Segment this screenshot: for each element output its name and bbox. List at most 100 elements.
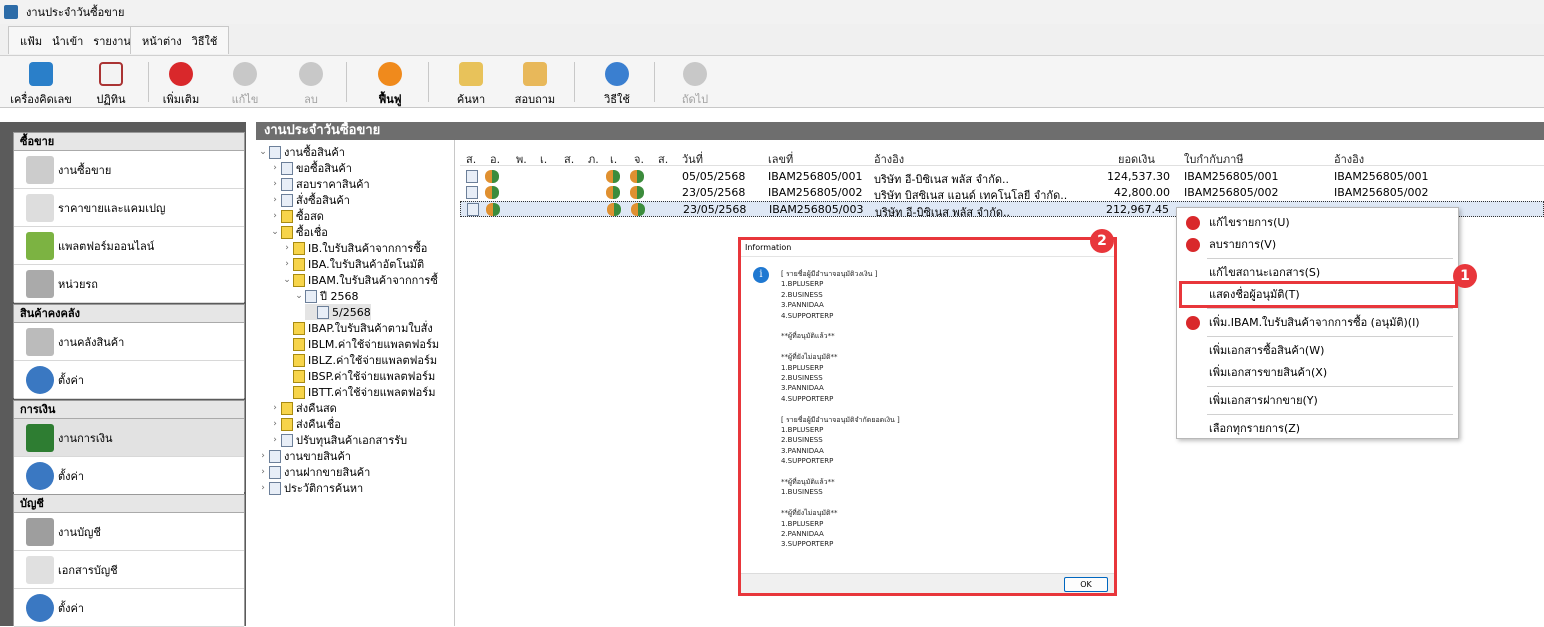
table-row[interactable]: 23/05/2568 IBAM256805/002 บริษัท บิสซิเนส … [460, 185, 1544, 202]
folder-icon [293, 241, 305, 255]
column-header[interactable]: ส. [564, 150, 574, 168]
tree-node[interactable]: › ส่งคืนเชื่อ [269, 416, 341, 432]
menu-report[interactable]: รายงาน [93, 32, 131, 50]
tree-node[interactable]: › ขอซื้อสินค้า [269, 160, 352, 176]
chevron-down-icon[interactable]: ⌄ [257, 147, 269, 157]
chevron-right-icon[interactable]: › [269, 179, 281, 189]
chevron-down-icon[interactable]: ⌄ [281, 275, 293, 285]
sidebar-item-price-campaign[interactable]: ราคาขายและแคมเปญ [14, 189, 244, 227]
tree-node[interactable]: ⌄ งานซื้อสินค้า [257, 144, 345, 160]
tree-node[interactable]: › ส่งคืนสด [269, 400, 337, 416]
tree-node[interactable]: IBLZ.ค่าใช้จ่ายแพลตฟอร์ม [281, 352, 437, 368]
refresh-button[interactable]: ฟื้นฟู [359, 60, 421, 108]
column-header[interactable]: เ. [540, 150, 547, 168]
column-header[interactable]: อ้างอิง [874, 150, 904, 168]
tree-node[interactable]: › สอบราคาสินค้า [269, 176, 370, 192]
tree-node-label: ประวัติการค้นหา [284, 482, 364, 495]
context-menu-item[interactable]: เพิ่มเอกสารฝากขาย(Y) [1177, 390, 1458, 412]
menu-file[interactable]: แฟ้ม [20, 32, 42, 50]
folder-icon [293, 369, 305, 383]
tree-node[interactable]: ⌄ IBAM.ใบรับสินค้าจากการซื้ [281, 272, 438, 288]
column-header[interactable]: อ. [490, 150, 500, 168]
sidebar-item-inventory-settings[interactable]: ตั้งค่า [14, 361, 244, 399]
column-header[interactable]: ยอดเงิน [1118, 150, 1155, 168]
ok-button[interactable]: OK [1064, 577, 1108, 592]
chevron-right-icon[interactable]: › [269, 195, 281, 205]
tree-node[interactable]: › IBA.ใบรับสินค้าอัตโนมัติ [281, 256, 424, 272]
menu-help[interactable]: วิธีใช้ [192, 32, 218, 50]
sidebar-item-vehicle-unit[interactable]: หน่วยรถ [14, 265, 244, 303]
context-menu-item[interactable]: ลบรายการ(V) [1177, 234, 1458, 256]
sidebar-item-accounting-settings[interactable]: ตั้งค่า [14, 589, 244, 627]
chevron-down-icon[interactable]: ⌄ [269, 227, 281, 237]
context-menu-item[interactable]: แก้ไขรายการ(U) [1177, 212, 1458, 234]
chevron-right-icon[interactable]: › [257, 467, 269, 477]
context-menu-item[interactable]: เพิ่มเอกสารขายสินค้า(X) [1177, 362, 1458, 384]
cell-amount: 212,967.45 [1106, 203, 1169, 216]
table-row[interactable]: 05/05/2568 IBAM256805/001 บริษัท อี-บิซิเน… [460, 169, 1544, 186]
chevron-right-icon[interactable]: › [281, 243, 293, 253]
add-button[interactable]: เพิ่มเติม [150, 60, 212, 108]
tree-node[interactable]: › สั่งซื้อสินค้า [269, 192, 350, 208]
tree-node[interactable]: ⌄ ซื้อเชื่อ [269, 224, 328, 240]
cell-date: 05/05/2568 [682, 170, 746, 183]
column-header[interactable]: วันที่ [682, 150, 703, 168]
tree-node[interactable]: › งานฝากขายสินค้า [257, 464, 370, 480]
tree-node[interactable]: ⌄ ปี 2568 [293, 288, 358, 304]
dialog-line: 1.BPLUSERP [781, 519, 824, 528]
help-button[interactable]: วิธีใช้ [586, 60, 648, 108]
context-menu-item[interactable]: เพิ่ม.IBAM.ใบรับสินค้าจากการซื้อ (อนุมัต… [1177, 312, 1458, 334]
tree-node[interactable]: › ปรับทุนสินค้าเอกสารรับ [269, 432, 407, 448]
chevron-right-icon[interactable]: › [281, 259, 293, 269]
context-menu-item[interactable]: เพิ่มเอกสารซื้อสินค้า(W) [1177, 340, 1458, 362]
sidebar-item-warehouse[interactable]: งานคลังสินค้า [14, 323, 244, 361]
inquiry-button[interactable]: สอบถาม [504, 60, 566, 108]
cell-ref: บริษัท อี-บิซิเนส พลัส จำกัด.. [875, 206, 1011, 219]
column-header[interactable]: ส. [466, 150, 476, 168]
chevron-right-icon[interactable]: › [257, 483, 269, 493]
sidebar-item-finance-settings[interactable]: ตั้งค่า [14, 457, 244, 495]
menu-import[interactable]: นำเข้า [52, 32, 83, 50]
sidebar-item-online-platform[interactable]: แพลตฟอร์มออนไลน์ [14, 227, 244, 265]
column-header[interactable]: ภ. [588, 150, 599, 168]
next-button[interactable]: ถัดไป [664, 60, 726, 108]
sidebar-item-accounting-work[interactable]: งานบัญชี [14, 513, 244, 551]
document-icon [281, 433, 293, 447]
chevron-right-icon[interactable]: › [269, 419, 281, 429]
tree-node[interactable]: › ประวัติการค้นหา [257, 480, 363, 496]
phone-icon [523, 62, 547, 86]
chevron-right-icon[interactable]: › [269, 211, 281, 221]
tree-node[interactable]: › ซื้อสด [269, 208, 324, 224]
menu-window[interactable]: หน้าต่าง [142, 32, 182, 50]
tree-node[interactable]: › งานขายสินค้า [257, 448, 351, 464]
tree-node[interactable]: IBAP.ใบรับสินค้าตามใบสั่ง [281, 320, 433, 336]
dialog-line: 3.SUPPORTERP [781, 540, 834, 549]
chevron-right-icon[interactable]: › [269, 435, 281, 445]
column-header[interactable]: พ. [516, 150, 527, 168]
sidebar-item-trade-work[interactable]: งานซื้อขาย [14, 151, 244, 189]
tree-node[interactable]: › IB.ใบรับสินค้าจากการซื้อ [281, 240, 427, 256]
column-header[interactable]: ใบกำกับภาษี [1184, 150, 1244, 168]
chevron-right-icon[interactable]: › [269, 163, 281, 173]
column-header[interactable]: อ้างอิง [1334, 150, 1364, 168]
tree-node[interactable]: IBLM.ค่าใช้จ่ายแพลตฟอร์ม [281, 336, 439, 352]
chevron-down-icon[interactable]: ⌄ [293, 291, 305, 301]
chevron-right-icon[interactable]: › [269, 403, 281, 413]
context-menu-item[interactable]: เลือกทุกรายการ(Z) [1177, 418, 1458, 440]
column-header[interactable]: เลขที่ [768, 150, 793, 168]
calendar-button[interactable]: ปฏิทิน [80, 60, 142, 108]
menu-separator [1207, 414, 1453, 415]
calculator-button[interactable]: เครื่องคิดเลข [10, 60, 72, 108]
sidebar-item-finance-work[interactable]: งานการเงิน [14, 419, 244, 457]
column-header[interactable]: ส. [658, 150, 668, 168]
tree-node[interactable]: IBSP.ค่าใช้จ่ายแพลตฟอร์ม [281, 368, 435, 384]
search-button[interactable]: ค้นหา [440, 60, 502, 108]
tree-node[interactable]: IBTT.ค่าใช้จ่ายแพลตฟอร์ม [281, 384, 435, 400]
chevron-right-icon[interactable]: › [257, 451, 269, 461]
column-header[interactable]: จ. [634, 150, 644, 168]
column-header[interactable]: เ. [610, 150, 617, 168]
edit-button[interactable]: แก้ไข [214, 60, 276, 108]
tree-node[interactable]: 5/2568 [305, 304, 371, 320]
delete-button[interactable]: ลบ [280, 60, 342, 108]
sidebar-item-accounting-docs[interactable]: เอกสารบัญชี [14, 551, 244, 589]
